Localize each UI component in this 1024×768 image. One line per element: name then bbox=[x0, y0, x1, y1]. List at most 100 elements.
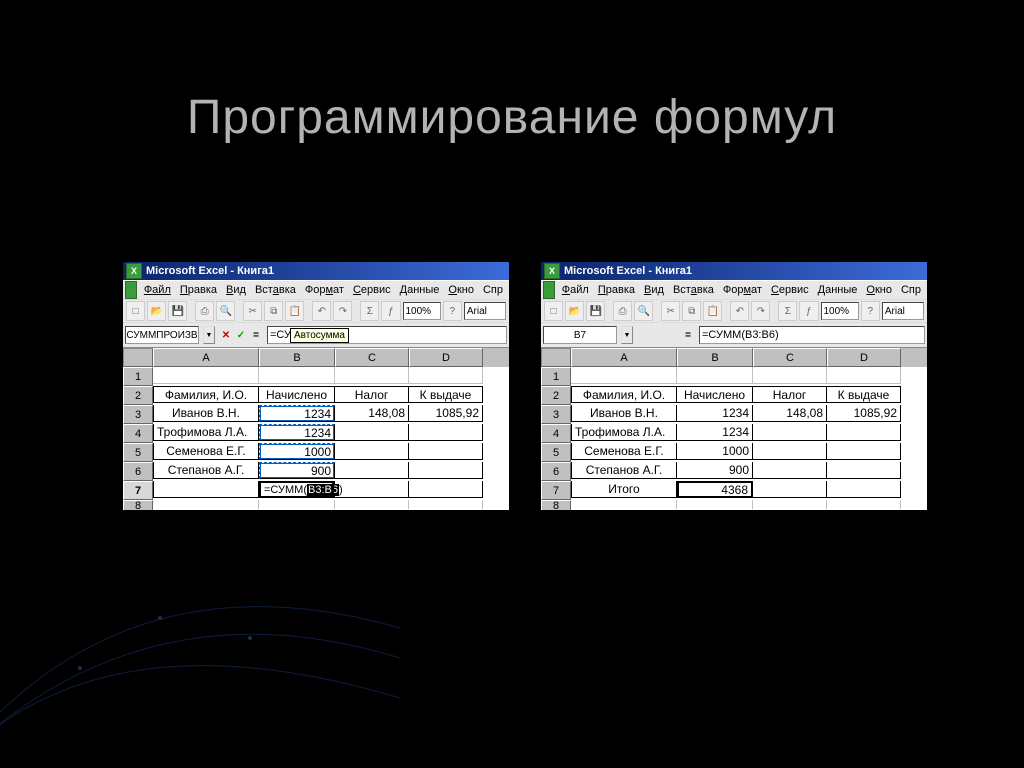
cell[interactable] bbox=[409, 462, 483, 479]
menu-view[interactable]: Вид bbox=[222, 283, 250, 297]
cell[interactable]: Налог bbox=[753, 386, 827, 403]
cancel-icon[interactable]: ✕ bbox=[219, 328, 233, 342]
paste-icon[interactable]: 📋 bbox=[285, 301, 304, 321]
print-icon[interactable]: ⎙ bbox=[195, 301, 214, 321]
menu-window[interactable]: Окно bbox=[862, 283, 896, 297]
cut-icon[interactable]: ✂ bbox=[243, 301, 262, 321]
col-header-D[interactable]: D bbox=[827, 348, 901, 367]
cell[interactable]: Начислено bbox=[259, 386, 335, 403]
cell[interactable] bbox=[827, 424, 901, 441]
row-header[interactable]: 3 bbox=[541, 405, 571, 424]
cell[interactable]: Начислено bbox=[677, 386, 753, 403]
cell[interactable] bbox=[409, 424, 483, 441]
row-header[interactable]: 7 bbox=[123, 481, 153, 500]
cell[interactable] bbox=[753, 481, 827, 498]
cell[interactable] bbox=[827, 443, 901, 460]
active-cell[interactable]: =СУММ(B3:B6) bbox=[259, 481, 335, 498]
row-header[interactable]: 5 bbox=[123, 443, 153, 462]
menu-file[interactable]: Файл bbox=[140, 283, 175, 297]
autosum-icon[interactable]: Σ bbox=[360, 301, 379, 321]
cell[interactable]: 148,08 bbox=[335, 405, 409, 422]
autosum-icon[interactable]: Σ bbox=[778, 301, 797, 321]
cell[interactable]: 1234 bbox=[259, 405, 335, 422]
menu-view[interactable]: Вид bbox=[640, 283, 668, 297]
new-icon[interactable]: □ bbox=[544, 301, 563, 321]
col-header-B[interactable]: B bbox=[259, 348, 335, 367]
menu-file[interactable]: Файл bbox=[558, 283, 593, 297]
menubar[interactable]: Файл Правка Вид Вставка Формат Сервис Да… bbox=[541, 280, 927, 299]
row-header[interactable]: 7 bbox=[541, 481, 571, 500]
cell[interactable]: Семенова Е.Г. bbox=[153, 443, 259, 460]
preview-icon[interactable]: 🔍 bbox=[634, 301, 653, 321]
cell[interactable] bbox=[827, 481, 901, 498]
cell[interactable]: 1085,92 bbox=[827, 405, 901, 422]
equals-icon[interactable]: = bbox=[681, 328, 695, 342]
help-icon[interactable]: ? bbox=[443, 301, 462, 321]
row-header[interactable]: 4 bbox=[123, 424, 153, 443]
select-all-corner[interactable] bbox=[541, 348, 571, 367]
cell[interactable]: 148,08 bbox=[753, 405, 827, 422]
cell[interactable]: 1085,92 bbox=[409, 405, 483, 422]
font-box[interactable]: Arial bbox=[882, 302, 924, 320]
equals-icon[interactable]: = bbox=[249, 328, 263, 342]
active-cell[interactable]: 4368 bbox=[677, 481, 753, 498]
menu-tools[interactable]: Сервис bbox=[767, 283, 813, 297]
cell[interactable] bbox=[827, 462, 901, 479]
cell[interactable]: Фамилия, И.О. bbox=[153, 386, 259, 403]
font-box[interactable]: Arial bbox=[464, 302, 506, 320]
fx-icon[interactable]: ƒ bbox=[799, 301, 818, 321]
print-icon[interactable]: ⎙ bbox=[613, 301, 632, 321]
cell[interactable]: 1000 bbox=[677, 443, 753, 460]
redo-icon[interactable]: ↷ bbox=[751, 301, 770, 321]
row-header[interactable]: 3 bbox=[123, 405, 153, 424]
menu-help[interactable]: Спр bbox=[897, 283, 925, 297]
cell[interactable] bbox=[753, 443, 827, 460]
formula-input[interactable]: =СУ Автосумма bbox=[267, 326, 507, 344]
undo-icon[interactable]: ↶ bbox=[730, 301, 749, 321]
col-header-A[interactable]: A bbox=[153, 348, 259, 367]
cell[interactable]: 1000 bbox=[259, 443, 335, 460]
cell[interactable]: Итого bbox=[571, 481, 677, 498]
row-header[interactable]: 8 bbox=[541, 500, 571, 510]
name-dropdown-icon[interactable]: ▼ bbox=[203, 326, 215, 344]
cell[interactable] bbox=[409, 481, 483, 498]
menu-insert[interactable]: Вставка bbox=[251, 283, 300, 297]
cell[interactable] bbox=[335, 443, 409, 460]
cut-icon[interactable]: ✂ bbox=[661, 301, 680, 321]
redo-icon[interactable]: ↷ bbox=[333, 301, 352, 321]
menu-help[interactable]: Спр bbox=[479, 283, 507, 297]
name-box[interactable]: B7 bbox=[543, 326, 617, 344]
row-header[interactable]: 1 bbox=[123, 367, 153, 386]
copy-icon[interactable]: ⧉ bbox=[682, 301, 701, 321]
cell[interactable]: Степанов А.Г. bbox=[153, 462, 259, 479]
cell[interactable]: Фамилия, И.О. bbox=[571, 386, 677, 403]
col-header-B[interactable]: B bbox=[677, 348, 753, 367]
menu-tools[interactable]: Сервис bbox=[349, 283, 395, 297]
open-icon[interactable]: 📂 bbox=[565, 301, 584, 321]
row-header[interactable]: 8 bbox=[123, 500, 153, 510]
cell[interactable] bbox=[753, 462, 827, 479]
menu-window[interactable]: Окно bbox=[444, 283, 478, 297]
menu-format[interactable]: Формат bbox=[719, 283, 766, 297]
row-header[interactable]: 1 bbox=[541, 367, 571, 386]
col-header-D[interactable]: D bbox=[409, 348, 483, 367]
col-header-A[interactable]: A bbox=[571, 348, 677, 367]
cell[interactable]: 1234 bbox=[677, 405, 753, 422]
row-header[interactable]: 2 bbox=[541, 386, 571, 405]
cell[interactable] bbox=[153, 481, 259, 498]
row-header[interactable]: 4 bbox=[541, 424, 571, 443]
menu-data[interactable]: Данные bbox=[814, 283, 862, 297]
copy-icon[interactable]: ⧉ bbox=[264, 301, 283, 321]
titlebar[interactable]: X Microsoft Excel - Книга1 bbox=[541, 262, 927, 280]
enter-icon[interactable]: ✓ bbox=[234, 328, 248, 342]
menu-edit[interactable]: Правка bbox=[594, 283, 639, 297]
cell[interactable]: 1234 bbox=[259, 424, 335, 441]
save-icon[interactable]: 💾 bbox=[168, 301, 187, 321]
cell[interactable] bbox=[335, 481, 409, 498]
menu-edit[interactable]: Правка bbox=[176, 283, 221, 297]
name-box[interactable]: СУММПРОИЗВ bbox=[125, 326, 199, 344]
cell[interactable]: Налог bbox=[335, 386, 409, 403]
fx-icon[interactable]: ƒ bbox=[381, 301, 400, 321]
cell[interactable]: 900 bbox=[677, 462, 753, 479]
cell[interactable]: 900 bbox=[259, 462, 335, 479]
